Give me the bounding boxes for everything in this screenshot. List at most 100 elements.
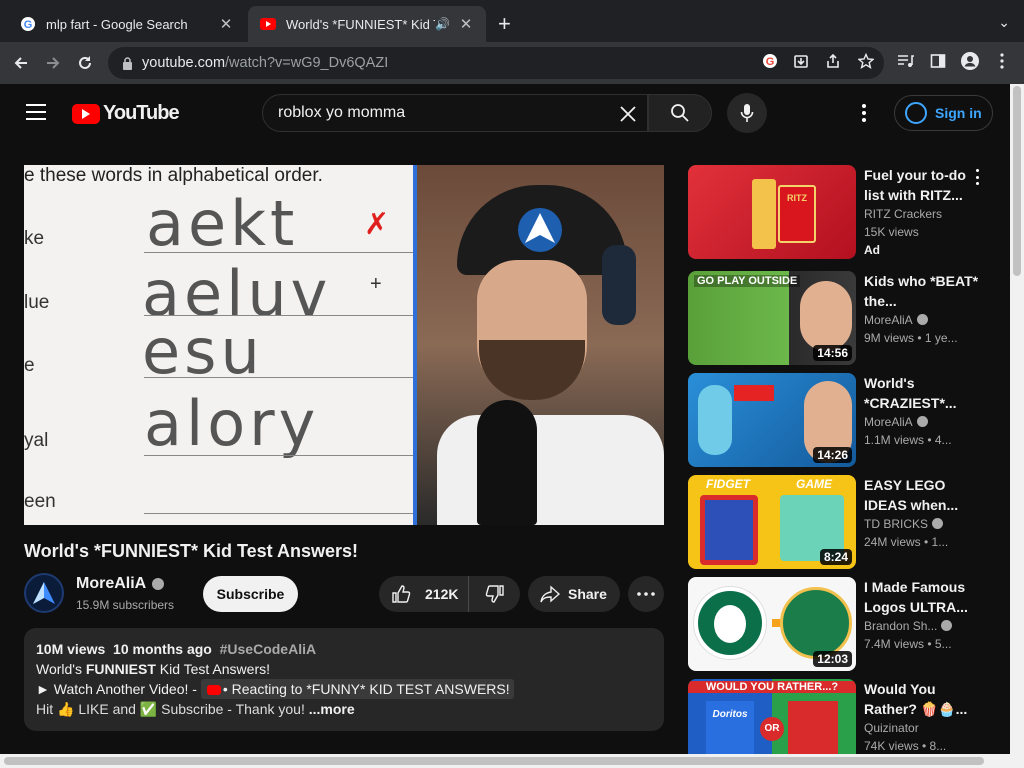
- account-icon: [905, 102, 927, 124]
- share-page-icon[interactable]: [823, 51, 843, 71]
- dislike-button[interactable]: [469, 576, 520, 612]
- settings-more-icon[interactable]: [856, 102, 872, 124]
- back-arrow-icon[interactable]: [8, 50, 34, 76]
- tab-google-search[interactable]: G mlp fart - Google Search ✕: [8, 6, 246, 42]
- recommendation-channel-row[interactable]: Brandon Sh...: [864, 617, 982, 635]
- more-options-icon[interactable]: [974, 169, 980, 185]
- tab-title: World's *FUNNIEST* Kid Te: [286, 16, 436, 32]
- video-thumbnail[interactable]: 14:26: [688, 373, 856, 467]
- video-player[interactable]: e these words in alphabetical order. ke …: [24, 165, 664, 525]
- channel-name[interactable]: MoreAliA: [76, 575, 146, 592]
- red-x-mark-icon: ✗: [364, 208, 390, 241]
- streaming-microphone: [477, 400, 537, 525]
- close-tab-icon[interactable]: ✕: [458, 15, 474, 33]
- ad-badge: Ad: [864, 243, 880, 257]
- recommendation-item[interactable]: GO PLAY OUTSIDE 14:56 Kids who *BEAT* th…: [688, 271, 998, 365]
- recommendation-info: World's *CRAZIEST*... MoreAliA 1.1M view…: [864, 373, 982, 449]
- clear-search-icon[interactable]: [615, 101, 641, 127]
- horizontal-scrollbar[interactable]: [0, 754, 1010, 768]
- subscriber-count: 15.9M subscribers: [76, 598, 175, 612]
- linked-video-title: • Reacting to *FUNNY* KID TEST ANSWERS!: [222, 681, 510, 697]
- search-input[interactable]: [278, 104, 608, 122]
- show-more-link[interactable]: ...more: [309, 701, 355, 717]
- share-button[interactable]: Share: [528, 576, 620, 612]
- recommendation-title[interactable]: I Made Famous Logos ULTRA...: [864, 577, 982, 617]
- url-host: youtube.com: [142, 55, 226, 71]
- bookmark-star-icon[interactable]: [856, 51, 876, 71]
- lock-icon[interactable]: [122, 56, 136, 70]
- reload-icon[interactable]: [72, 50, 98, 76]
- recommendation-item[interactable]: FIDGET GAME 8:24 EASY LEGO IDEAS when...…: [688, 475, 998, 569]
- recommendation-channel[interactable]: RITZ Crackers: [864, 205, 982, 223]
- search-icon: [670, 103, 690, 123]
- close-tab-icon[interactable]: ✕: [218, 15, 234, 33]
- paper-side-word: lue: [24, 292, 50, 313]
- side-panel-icon[interactable]: [928, 51, 948, 71]
- recommendation-item[interactable]: RITZ Fuel your to-do list with RITZ... R…: [688, 165, 998, 259]
- recommendation-item[interactable]: 12:03 I Made Famous Logos ULTRA... Brand…: [688, 577, 998, 671]
- recommendation-channel-row[interactable]: MoreAliA: [864, 311, 982, 329]
- speaker-icon[interactable]: 🔊: [435, 17, 450, 31]
- recommendation-channel[interactable]: MoreAliA: [864, 415, 913, 429]
- recommendation-title[interactable]: World's *CRAZIEST*...: [864, 373, 982, 413]
- recommendation-item[interactable]: 14:26 World's *CRAZIEST*... MoreAliA 1.1…: [688, 373, 998, 467]
- scrollbar-thumb[interactable]: [4, 757, 984, 765]
- tab-search-chevron-icon[interactable]: ⌄: [998, 14, 1010, 31]
- youtube-logo[interactable]: YouTube: [72, 102, 180, 125]
- recommendation-channel[interactable]: MoreAliA: [864, 313, 913, 327]
- profile-icon[interactable]: [960, 51, 980, 71]
- recommendation-channel[interactable]: Quizinator: [864, 719, 982, 737]
- or-badge: OR: [760, 717, 784, 741]
- like-button[interactable]: 212K: [379, 576, 469, 612]
- video-thumbnail[interactable]: WOULD YOU RATHER...? Doritos OR: [688, 679, 856, 754]
- google-lens-icon[interactable]: G: [760, 51, 780, 71]
- vertical-scrollbar[interactable]: [1010, 84, 1024, 768]
- description-box[interactable]: 10M views 10 months ago #UseCodeAliA Wor…: [24, 628, 664, 731]
- linked-video-chip[interactable]: • Reacting to *FUNNY* KID TEST ANSWERS!: [200, 679, 514, 699]
- new-tab-button[interactable]: +: [498, 12, 511, 36]
- install-app-icon[interactable]: [791, 51, 811, 71]
- thumb-caption: WOULD YOU RATHER...?: [688, 681, 856, 693]
- svg-text:G: G: [766, 56, 775, 68]
- hashtag-link[interactable]: #UseCodeAliA: [220, 641, 316, 657]
- video-thumbnail[interactable]: RITZ: [688, 165, 856, 259]
- search-button[interactable]: [648, 94, 712, 132]
- more-actions-button[interactable]: [628, 576, 664, 612]
- subscribe-button[interactable]: Subscribe: [203, 576, 298, 612]
- recommendation-info: Would You Rather? 🍿🧁... Quizinator 74K v…: [864, 679, 982, 754]
- recommendation-title[interactable]: Kids who *BEAT* the...: [864, 271, 982, 311]
- desc-bold-text: FUNNIEST: [85, 661, 156, 677]
- verified-badge-icon: [916, 416, 928, 427]
- recommendation-channel-row[interactable]: MoreAliA: [864, 413, 982, 431]
- sign-in-button[interactable]: Sign in: [894, 95, 993, 131]
- voice-search-button[interactable]: [727, 93, 767, 133]
- browser-menu-icon[interactable]: [992, 51, 1012, 71]
- url-text: youtube.com/watch?v=wG9_Dv6QAZI: [142, 55, 388, 71]
- recommendation-title[interactable]: Fuel your to-do list with RITZ...: [864, 165, 982, 205]
- video-thumbnail[interactable]: GO PLAY OUTSIDE 14:56: [688, 271, 856, 365]
- video-thumbnail[interactable]: 12:03: [688, 577, 856, 671]
- recommendation-channel-row[interactable]: TD BRICKS: [864, 515, 982, 533]
- scrollbar-thumb[interactable]: [1013, 86, 1021, 276]
- channel-avatar[interactable]: [24, 573, 64, 613]
- verified-badge-icon: [916, 314, 928, 325]
- recommendation-title[interactable]: Would You Rather? 🍿🧁...: [864, 679, 982, 719]
- recommendation-meta: 74K views • 8...: [864, 739, 947, 753]
- media-controls-icon[interactable]: [896, 51, 916, 71]
- recommendation-channel[interactable]: Brandon Sh...: [864, 619, 937, 633]
- url-path: /watch?v=wG9_Dv6QAZI: [225, 55, 389, 71]
- video-thumbnail[interactable]: FIDGET GAME 8:24: [688, 475, 856, 569]
- paper-side-word: yal: [24, 430, 49, 451]
- thumbs-down-icon: [485, 584, 505, 604]
- writing-line: [144, 377, 414, 378]
- verified-badge-icon: [941, 620, 953, 631]
- channel-name-row[interactable]: MoreAliA: [76, 575, 165, 593]
- browser-tab-bar: G mlp fart - Google Search ✕ World's *FU…: [0, 0, 1024, 42]
- hamburger-menu-icon[interactable]: [26, 104, 46, 120]
- forward-arrow-icon[interactable]: [40, 50, 66, 76]
- recommendation-title[interactable]: EASY LEGO IDEAS when...: [864, 475, 982, 515]
- tab-youtube-video[interactable]: World's *FUNNIEST* Kid Te 🔊 ✕: [248, 6, 486, 42]
- recommendation-item[interactable]: WOULD YOU RATHER...? Doritos OR Would Yo…: [688, 679, 998, 754]
- recommendation-channel[interactable]: TD BRICKS: [864, 517, 928, 531]
- more-horizontal-icon: [637, 592, 655, 596]
